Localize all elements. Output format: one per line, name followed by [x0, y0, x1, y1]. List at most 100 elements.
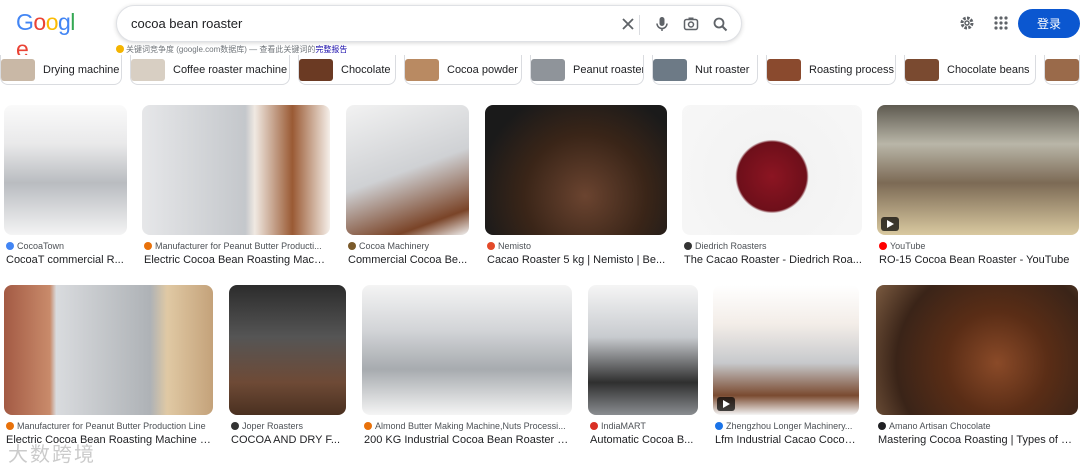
search-box[interactable]: cocoa bean roaster	[116, 5, 742, 42]
chip-peanut-roaster[interactable]: Peanut roaster	[530, 55, 644, 85]
source-name: Diedrich Roasters	[695, 241, 767, 251]
chip-label: Peanut roaster	[573, 63, 644, 76]
result-title[interactable]: Lfm Industrial Cacao Cocoa...	[715, 434, 859, 446]
result-thumbnail[interactable]	[362, 285, 572, 415]
image-result-card[interactable]: IndiaMART Automatic Cocoa B...	[588, 285, 698, 448]
result-source[interactable]: Manufacturer for Peanut Butter Productio…	[6, 421, 213, 431]
result-thumbnail[interactable]	[877, 105, 1079, 235]
result-title[interactable]: CocoaT commercial R...	[6, 254, 127, 266]
source-name: YouTube	[890, 241, 926, 251]
result-title[interactable]: 200 KG Industrial Cocoa Bean Roaster M..…	[364, 434, 572, 446]
logo-letter: o	[45, 9, 59, 35]
image-result-card[interactable]: YouTube RO-15 Cocoa Bean Roaster - YouTub…	[877, 105, 1079, 268]
source-name: Nemisto	[498, 241, 532, 251]
result-source[interactable]: Amano Artisan Chocolate	[878, 421, 1078, 431]
notice-domain: (google.com数据库)	[176, 45, 247, 54]
chip-chocolate-beans[interactable]: Chocolate beans	[904, 55, 1036, 85]
login-button[interactable]: 登录	[1018, 9, 1080, 38]
chip-label: Drying machine	[43, 63, 120, 76]
site-favicon-icon	[6, 242, 14, 250]
result-source[interactable]: Zhengzhou Longer Machinery...	[715, 421, 859, 431]
chip-roasting-process[interactable]: Roasting process	[766, 55, 896, 85]
result-thumbnail[interactable]	[346, 105, 469, 235]
image-result-card[interactable]: Manufacturer for Peanut Butter Productio…	[4, 285, 213, 448]
chip-label: Chocolate	[341, 63, 391, 76]
seo-tool-icon	[116, 45, 124, 53]
full-report-link[interactable]: 完整报告	[315, 45, 347, 54]
image-result-card[interactable]: Nemisto Cacao Roaster 5 kg | Nemisto | Be…	[485, 105, 667, 268]
result-thumbnail[interactable]	[682, 105, 862, 235]
site-favicon-icon	[684, 242, 692, 250]
apps-grid-icon[interactable]	[992, 14, 1010, 32]
image-result-card[interactable]: CocoaTown CocoaT commercial R...	[4, 105, 127, 268]
result-source[interactable]: Joper Roasters	[231, 421, 346, 431]
image-result-card[interactable]: Almond Butter Making Machine,Nuts Proces…	[362, 285, 572, 448]
chip-thumbnail	[531, 58, 565, 81]
clear-icon[interactable]	[619, 15, 637, 33]
result-thumbnail[interactable]	[588, 285, 698, 415]
result-source[interactable]: IndiaMART	[590, 421, 698, 431]
image-result-card[interactable]: Zhengzhou Longer Machinery... Lfm Industr…	[713, 285, 859, 448]
notice-middle: — 查看此关键词的	[249, 45, 316, 54]
chip-label: Nut roaster	[695, 63, 750, 76]
google-logo[interactable]: Google	[16, 9, 86, 62]
source-name: CocoaTown	[17, 241, 65, 251]
site-favicon-icon	[6, 422, 14, 430]
image-result-card[interactable]: Diedrich Roasters The Cacao Roaster - Die…	[682, 105, 862, 268]
chip-overflow[interactable]	[1044, 55, 1080, 85]
result-thumbnail[interactable]	[485, 105, 667, 235]
chip-thumbnail	[1045, 58, 1079, 81]
chip-thumbnail	[299, 58, 333, 81]
result-source[interactable]: Manufacturer for Peanut Butter Producti.…	[144, 241, 330, 251]
notice-prefix: 关键词竞争度	[126, 45, 174, 54]
site-favicon-icon	[879, 242, 887, 250]
source-name: Joper Roasters	[242, 421, 304, 431]
result-source[interactable]: Diedrich Roasters	[684, 241, 862, 251]
related-search-chips: Drying machine Coffee roaster machine Choc…	[0, 55, 1080, 87]
site-favicon-icon	[487, 242, 495, 250]
result-title[interactable]: Electric Cocoa Bean Roasting Machi...	[144, 254, 330, 266]
result-title[interactable]: RO-15 Cocoa Bean Roaster - YouTube	[879, 254, 1079, 266]
search-icon[interactable]	[711, 15, 729, 33]
chip-thumbnail	[653, 58, 687, 81]
source-name: Almond Butter Making Machine,Nuts Proces…	[375, 421, 566, 431]
result-source[interactable]: YouTube	[879, 241, 1079, 251]
result-thumbnail[interactable]	[4, 285, 213, 415]
result-title[interactable]: Commercial Cocoa Be...	[348, 254, 469, 266]
search-input[interactable]: cocoa bean roaster	[131, 16, 242, 31]
chip-drying-machine[interactable]: Drying machine	[0, 55, 122, 85]
result-source[interactable]: Nemisto	[487, 241, 667, 251]
result-thumbnail[interactable]	[142, 105, 330, 235]
settings-gear-icon[interactable]	[958, 14, 976, 32]
chip-thumbnail	[1, 58, 35, 81]
result-title[interactable]: Cacao Roaster 5 kg | Nemisto | Be...	[487, 254, 667, 266]
result-source[interactable]: Cocoa Machinery	[348, 241, 469, 251]
video-play-icon	[881, 217, 899, 231]
image-result-card[interactable]: Joper Roasters COCOA AND DRY F...	[229, 285, 346, 448]
microphone-icon[interactable]	[653, 15, 671, 33]
image-result-card[interactable]: Amano Artisan Chocolate Mastering Cocoa R…	[876, 285, 1078, 448]
result-title[interactable]: Mastering Cocoa Roasting | Types of Be..…	[878, 434, 1078, 446]
result-title[interactable]: Automatic Cocoa B...	[590, 434, 698, 446]
source-name: Cocoa Machinery	[359, 241, 430, 251]
chip-cocoa-powder[interactable]: Cocoa powder	[404, 55, 522, 85]
result-thumbnail[interactable]	[4, 105, 127, 235]
camera-search-icon[interactable]	[682, 15, 700, 33]
logo-letter: G	[16, 9, 34, 35]
chip-thumbnail	[905, 58, 939, 81]
logo-letter: o	[33, 9, 46, 35]
site-favicon-icon	[231, 422, 239, 430]
result-thumbnail[interactable]	[713, 285, 859, 415]
chip-chocolate[interactable]: Chocolate	[298, 55, 396, 85]
result-thumbnail[interactable]	[229, 285, 346, 415]
result-source[interactable]: CocoaTown	[6, 241, 127, 251]
chip-nut-roaster[interactable]: Nut roaster	[652, 55, 758, 85]
result-thumbnail[interactable]	[876, 285, 1078, 415]
result-source[interactable]: Almond Butter Making Machine,Nuts Proces…	[364, 421, 572, 431]
image-result-card[interactable]: Cocoa Machinery Commercial Cocoa Be...	[346, 105, 469, 268]
result-title[interactable]: The Cacao Roaster - Diedrich Roa...	[684, 254, 862, 266]
result-title[interactable]: COCOA AND DRY F...	[231, 434, 346, 446]
image-result-card[interactable]: Manufacturer for Peanut Butter Producti.…	[142, 105, 330, 268]
chip-coffee-roaster-machine[interactable]: Coffee roaster machine	[130, 55, 290, 85]
video-play-icon	[717, 397, 735, 411]
